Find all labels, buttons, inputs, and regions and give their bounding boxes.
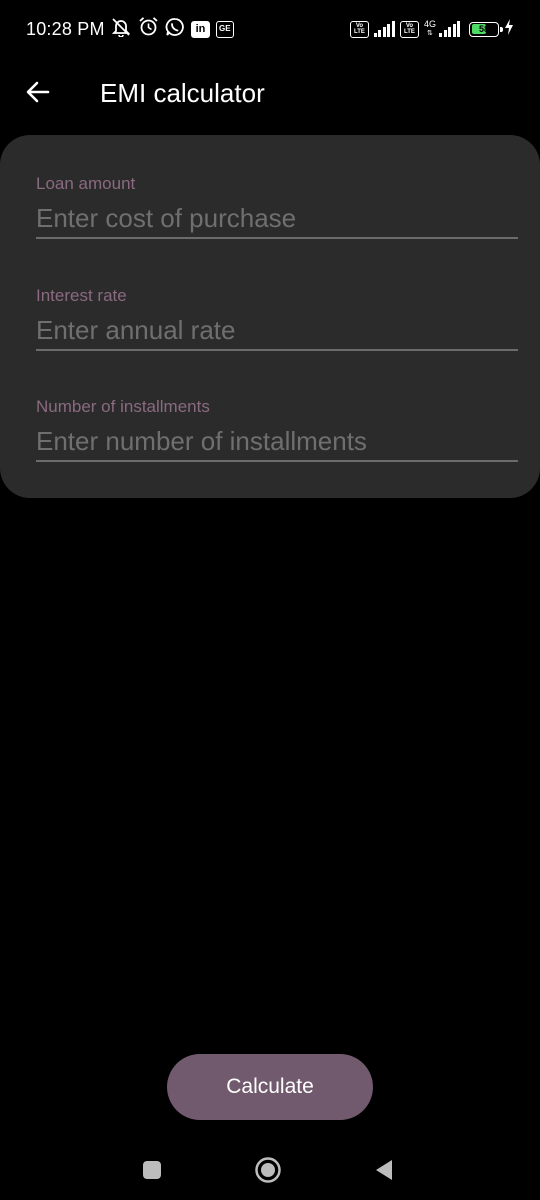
status-time: 10:28 PM <box>26 19 105 39</box>
installments-input[interactable] <box>36 422 518 462</box>
interest-rate-input[interactable] <box>36 311 518 351</box>
home-circle-icon <box>255 1157 281 1183</box>
installments-label: Number of installments <box>36 397 210 416</box>
navigation-bar <box>0 1140 540 1200</box>
recents-button[interactable] <box>134 1152 170 1188</box>
emi-form-card: Loan amount Interest rate Number of inst… <box>0 135 540 498</box>
calculate-button[interactable]: Calculate <box>167 1054 373 1120</box>
installments-field: Number of installments <box>36 396 518 462</box>
network-type-indicator: 4G ⇅ <box>423 19 436 38</box>
loan-amount-field: Loan amount <box>36 173 518 239</box>
page-title: EMI calculator <box>100 78 265 108</box>
ge-icon: GE <box>216 20 234 38</box>
back-button[interactable] <box>18 72 58 112</box>
arrow-back-icon <box>26 81 50 103</box>
app-bar: EMI calculator <box>0 58 540 128</box>
loan-amount-input[interactable] <box>36 199 518 239</box>
signal-sim2-icon <box>439 21 460 37</box>
loan-amount-label: Loan amount <box>36 174 136 193</box>
home-button[interactable] <box>250 1152 286 1188</box>
linkedin-icon: in <box>191 20 210 38</box>
volte-icon-sim1: Vo LTE <box>349 20 369 38</box>
recents-square-icon <box>143 1161 161 1179</box>
status-bar: 10:28 PM in GE Vo LTE Vo LTE 4G ⇅ 58 <box>0 0 540 58</box>
back-triangle-icon <box>376 1160 392 1180</box>
interest-rate-field: Interest rate <box>36 285 518 351</box>
signal-sim1-icon <box>373 21 395 37</box>
muted-notification-icon <box>110 17 132 42</box>
charging-icon <box>504 18 514 40</box>
nav-back-button[interactable] <box>366 1152 402 1188</box>
interest-rate-label: Interest rate <box>36 286 127 305</box>
alarm-icon <box>138 16 159 42</box>
battery-icon: 58 <box>469 21 503 37</box>
battery-level: 58 <box>478 24 489 34</box>
notification-icons: in GE <box>110 16 234 42</box>
volte-icon-sim2: Vo LTE <box>399 20 419 38</box>
whatsapp-icon <box>165 17 185 42</box>
system-icons: Vo LTE Vo LTE 4G ⇅ 58 <box>349 18 514 40</box>
